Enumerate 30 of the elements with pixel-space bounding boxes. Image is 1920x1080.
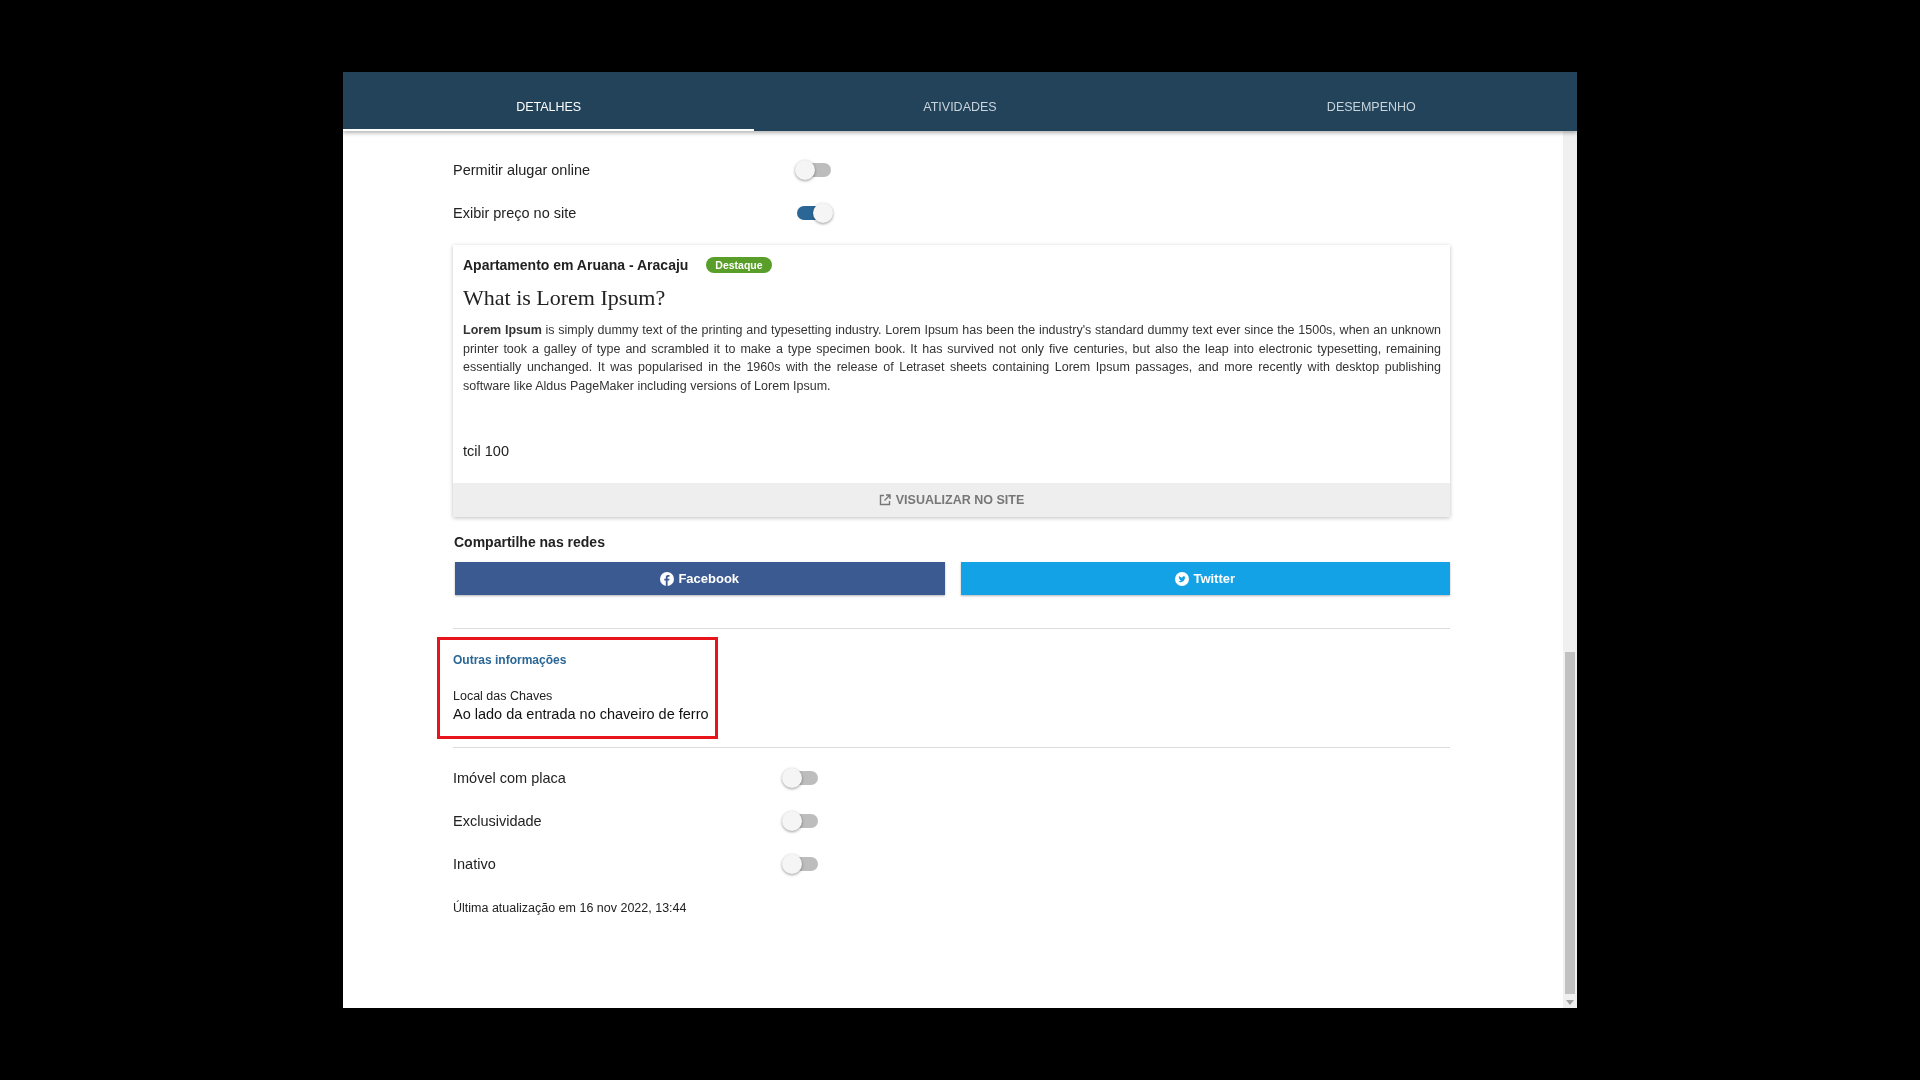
listing-note: tcil 100 [463, 443, 510, 459]
tab[interactable]: DETALHES [343, 72, 755, 131]
setting-label: Exibir preço no site [453, 204, 578, 221]
featured-badge: Destaque [706, 257, 772, 273]
view-on-site-button[interactable]: VISUALIZAR NO SITE [453, 483, 1450, 517]
tab[interactable]: ATIVIDADES [754, 72, 1166, 131]
toggle-switch[interactable] [784, 813, 818, 828]
listing-title: Apartamento em Aruana - Aracaju [463, 257, 689, 273]
toggle-switch[interactable] [784, 856, 818, 871]
facebook-f-icon [660, 571, 675, 586]
toggle-switch[interactable] [784, 770, 818, 785]
facebook-button[interactable]: Facebook [455, 562, 945, 595]
field-label: Local das Chaves [453, 689, 554, 703]
toggle-switch[interactable] [797, 205, 831, 220]
setting-label: Inativo [453, 855, 497, 872]
scrollbar[interactable] [1563, 131, 1577, 1008]
bird-icon [1175, 571, 1190, 586]
share-title: Compartilhe nas redes [454, 534, 606, 550]
scroll-down-icon[interactable] [1566, 1000, 1574, 1005]
listing-description: Lorem Ipsum is simply dummy text of the printing and typesetting industry. Lorem Ipsum has been the industry's standard dummy text ever since the 1500s, when an unknown printer took a galley of type and scrambled it to make a type specimen book. It has survived not only five centuries, but also the leap into electronic typesetting, remaining essentially unchanged. It was popularised in the 1960s with the release of Letraset sheets containing Lorem Ipsum passages, and more recently with desktop publishing software like Aldus PageMaker including versions of Lorem Ipsum. [463, 322, 1441, 395]
last-updated-text: Última atualização em 16 nov 2022, 13:44 [453, 901, 688, 915]
setting-label: Imóvel com placa [453, 769, 567, 786]
external-link-icon [878, 494, 891, 506]
toggle-switch[interactable] [797, 162, 831, 177]
setting-label: Exclusividade [453, 812, 543, 829]
section-title: Outras informações [453, 653, 568, 667]
tab[interactable]: DESEMPENHO [1165, 72, 1577, 131]
field-value: Ao lado da entrada no chaveiro de ferro [453, 706, 710, 722]
listing-heading: What is Lorem Ipsum? [463, 285, 667, 311]
setting-label: Permitir alugar online [453, 161, 591, 178]
